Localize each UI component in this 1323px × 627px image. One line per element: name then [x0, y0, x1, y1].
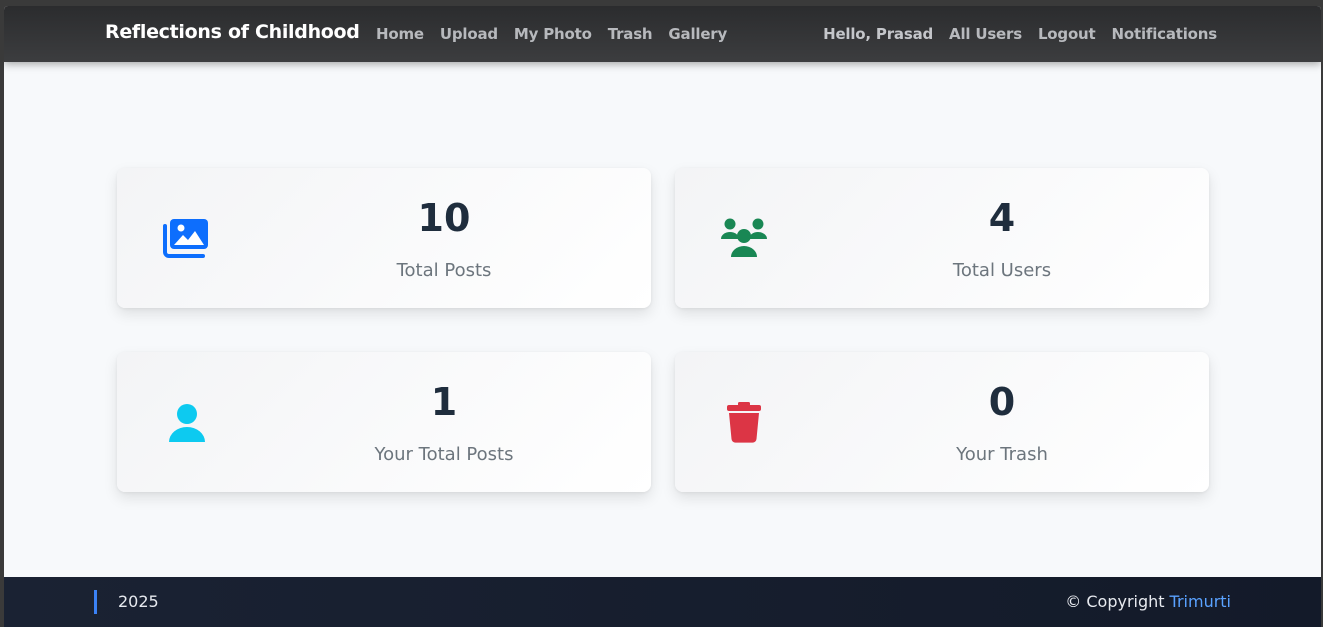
- page-frame: Reflections of Childhood Home Upload My …: [4, 6, 1321, 627]
- copyright-text: © Copyright: [1065, 592, 1165, 611]
- total-users-card: 4 Total Users: [675, 168, 1209, 308]
- total-posts-card: 10 Total Posts: [117, 168, 651, 308]
- nav-notifications[interactable]: Notifications: [1112, 25, 1218, 43]
- your-total-posts-card: 1 Your Total Posts: [117, 352, 651, 492]
- total-posts-value: 10: [417, 196, 471, 240]
- images-icon: [161, 216, 211, 260]
- nav-gallery[interactable]: Gallery: [668, 25, 727, 43]
- user-icon: [161, 400, 211, 444]
- nav-upload[interactable]: Upload: [440, 25, 498, 43]
- nav-home[interactable]: Home: [376, 25, 424, 43]
- footer-year: 2025: [118, 592, 159, 611]
- nav-trash[interactable]: Trash: [608, 25, 653, 43]
- nav-links: Home Upload My Photo Trash Gallery: [376, 25, 743, 43]
- users-icon: [719, 216, 769, 260]
- footer: 2025 © Copyright Trimurti: [4, 577, 1321, 627]
- author-link[interactable]: Trimurti: [1170, 592, 1231, 611]
- nav-all-users[interactable]: All Users: [949, 25, 1022, 43]
- navbar: Reflections of Childhood Home Upload My …: [4, 6, 1321, 62]
- your-total-posts-label: Your Total Posts: [374, 444, 514, 465]
- footer-accent-bar: [94, 590, 97, 614]
- total-users-label: Total Users: [952, 260, 1052, 281]
- nav-logout[interactable]: Logout: [1038, 25, 1096, 43]
- your-trash-label: Your Trash: [956, 444, 1048, 465]
- your-total-posts-value: 1: [430, 380, 458, 424]
- total-posts-label: Total Posts: [396, 260, 492, 281]
- total-users-value: 4: [988, 196, 1016, 240]
- nav-my-photo[interactable]: My Photo: [514, 25, 592, 43]
- trash-icon: [719, 400, 769, 444]
- your-trash-value: 0: [988, 380, 1016, 424]
- footer-copyright: © Copyright Trimurti: [1065, 592, 1231, 611]
- nav-right: Hello, Prasad All Users Logout Notificat…: [823, 25, 1217, 43]
- brand-link[interactable]: Reflections of Childhood: [105, 21, 360, 43]
- your-trash-card: 0 Your Trash: [675, 352, 1209, 492]
- user-greeting: Hello, Prasad: [823, 25, 934, 43]
